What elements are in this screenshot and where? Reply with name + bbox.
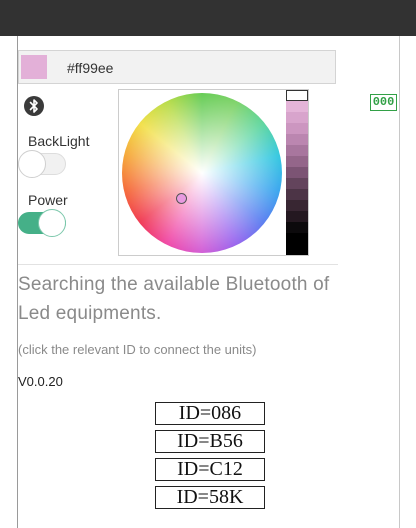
power-label: Power	[28, 192, 68, 208]
ramp-cell[interactable]	[286, 200, 308, 211]
color-hex-value: #ff99ee	[67, 60, 114, 76]
ramp-cell[interactable]	[286, 134, 308, 145]
ramp-cell[interactable]	[286, 90, 308, 101]
right-border	[399, 36, 400, 528]
device-id-button[interactable]: ID=B56	[155, 430, 265, 453]
bluetooth-icon[interactable]	[24, 95, 44, 117]
color-value-field[interactable]: #ff99ee	[18, 50, 336, 84]
search-status-text: Searching the available Bluetooth of Led…	[18, 274, 330, 324]
ramp-cell[interactable]	[286, 167, 308, 178]
divider	[18, 264, 338, 265]
backlight-toggle[interactable]	[18, 150, 66, 178]
device-list: ID=086 ID=B56 ID=C12 ID=58K	[155, 402, 267, 514]
version-label: V0.0.20	[18, 374, 63, 389]
color-wheel[interactable]	[122, 93, 282, 253]
device-id-button[interactable]: ID=58K	[155, 486, 265, 509]
backlight-toggle-thumb	[18, 150, 46, 178]
connection-badge[interactable]: 000	[370, 94, 397, 111]
ramp-cell[interactable]	[286, 189, 308, 200]
ramp-cell[interactable]	[286, 211, 308, 222]
ramp-cell[interactable]	[286, 145, 308, 156]
ramp-cell[interactable]	[286, 178, 308, 189]
ramp-cell[interactable]	[286, 222, 308, 233]
ramp-cell[interactable]	[286, 112, 308, 123]
backlight-label: BackLight	[28, 133, 90, 149]
power-toggle[interactable]	[18, 209, 66, 237]
brightness-ramp[interactable]	[286, 90, 308, 255]
title-bar	[0, 0, 416, 36]
device-id-button[interactable]: ID=086	[155, 402, 265, 425]
color-wheel-cursor[interactable]	[176, 193, 187, 204]
ramp-cell[interactable]	[286, 101, 308, 112]
ramp-cell[interactable]	[286, 233, 308, 255]
power-toggle-thumb	[38, 209, 66, 237]
ramp-cell[interactable]	[286, 123, 308, 134]
device-id-button[interactable]: ID=C12	[155, 458, 265, 481]
color-swatch	[21, 55, 47, 79]
ramp-cell[interactable]	[286, 156, 308, 167]
connect-hint-text: (click the relevant ID to connect the un…	[18, 342, 257, 357]
